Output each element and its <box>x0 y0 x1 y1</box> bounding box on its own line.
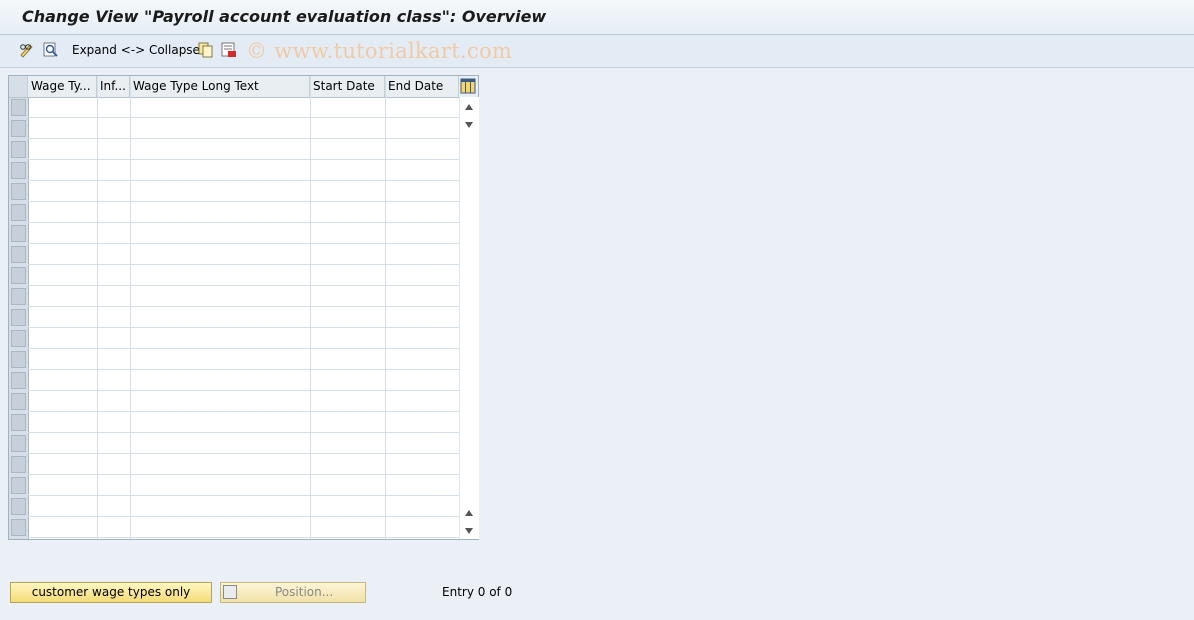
table-row[interactable] <box>28 370 459 391</box>
expand-collapse-button[interactable]: Expand <-> Collapse <box>72 43 200 57</box>
table-row[interactable] <box>28 202 459 223</box>
position-icon <box>223 585 237 599</box>
row-selector[interactable] <box>11 351 26 368</box>
row-selector[interactable] <box>11 99 26 116</box>
table-row[interactable] <box>28 160 459 181</box>
wage-type-table: Wage Ty... Inf... Wage Type Long Text St… <box>8 75 479 540</box>
table-row[interactable] <box>28 139 459 160</box>
main-content: Wage Ty... Inf... Wage Type Long Text St… <box>0 68 1194 620</box>
row-selector[interactable] <box>11 519 26 536</box>
row-selector[interactable] <box>11 309 26 326</box>
column-header-start-date[interactable]: Start Date <box>310 76 385 97</box>
row-selector[interactable] <box>11 288 26 305</box>
select-all-cell[interactable] <box>9 76 28 97</box>
customer-wage-types-button[interactable]: customer wage types only <box>10 582 212 603</box>
scroll-page-down-icon[interactable] <box>465 528 473 534</box>
vertical-scrollbar[interactable] <box>459 97 479 539</box>
watermark-text: © www.tutorialkart.com <box>246 39 513 63</box>
column-header-long-text[interactable]: Wage Type Long Text <box>130 76 310 97</box>
scroll-page-up-icon[interactable] <box>465 104 473 110</box>
row-selector[interactable] <box>11 183 26 200</box>
column-divider <box>310 76 311 539</box>
row-selector[interactable] <box>11 162 26 179</box>
table-row[interactable] <box>28 391 459 412</box>
row-selector[interactable] <box>11 498 26 515</box>
row-selector[interactable] <box>11 456 26 473</box>
table-row[interactable] <box>28 454 459 475</box>
table-row[interactable] <box>28 349 459 370</box>
copy-icon[interactable] <box>197 41 215 59</box>
row-selector[interactable] <box>11 267 26 284</box>
table-row[interactable] <box>28 118 459 139</box>
row-selector[interactable] <box>11 477 26 494</box>
table-row[interactable] <box>28 181 459 202</box>
scroll-line-up-icon[interactable] <box>465 510 473 516</box>
position-button-label: Position... <box>275 585 334 599</box>
table-row[interactable] <box>28 97 459 118</box>
row-selector[interactable] <box>11 120 26 137</box>
table-row[interactable] <box>28 286 459 307</box>
row-selector[interactable] <box>11 141 26 158</box>
table-row[interactable] <box>28 307 459 328</box>
table-row[interactable] <box>28 475 459 496</box>
table-row[interactable] <box>28 433 459 454</box>
row-selector[interactable] <box>11 435 26 452</box>
row-selector[interactable] <box>11 393 26 410</box>
entry-counter: Entry 0 of 0 <box>442 585 513 599</box>
position-button[interactable]: Position... <box>220 582 366 603</box>
table-row[interactable] <box>28 328 459 349</box>
column-divider <box>130 76 131 539</box>
application-toolbar: Expand <-> Collapse © www.tutorialkart.c… <box>0 35 1194 68</box>
table-row[interactable] <box>28 244 459 265</box>
column-header-wage-type[interactable]: Wage Ty... <box>28 76 97 97</box>
column-divider <box>97 76 98 539</box>
column-header-infotype[interactable]: Inf... <box>97 76 130 97</box>
table-row[interactable] <box>28 265 459 286</box>
row-selector[interactable] <box>11 246 26 263</box>
window-title: Change View "Payroll account evaluation … <box>22 7 547 26</box>
title-bar: Change View "Payroll account evaluation … <box>0 0 1194 35</box>
table-row[interactable] <box>28 412 459 433</box>
table-row[interactable] <box>28 517 459 538</box>
column-header-end-date[interactable]: End Date <box>385 76 459 97</box>
table-row[interactable] <box>28 223 459 244</box>
column-divider <box>385 76 386 539</box>
table-header: Wage Ty... Inf... Wage Type Long Text St… <box>9 76 478 98</box>
pencil-glasses-icon[interactable] <box>18 41 36 59</box>
table-settings-icon[interactable] <box>459 76 478 97</box>
scroll-line-down-icon[interactable] <box>465 122 473 128</box>
find-icon[interactable] <box>42 41 60 59</box>
row-selector[interactable] <box>11 225 26 242</box>
table-row[interactable] <box>28 496 459 517</box>
row-selector[interactable] <box>11 414 26 431</box>
row-selector[interactable] <box>11 372 26 389</box>
row-selector[interactable] <box>11 204 26 221</box>
delete-icon[interactable] <box>220 41 238 59</box>
row-selector[interactable] <box>11 330 26 347</box>
